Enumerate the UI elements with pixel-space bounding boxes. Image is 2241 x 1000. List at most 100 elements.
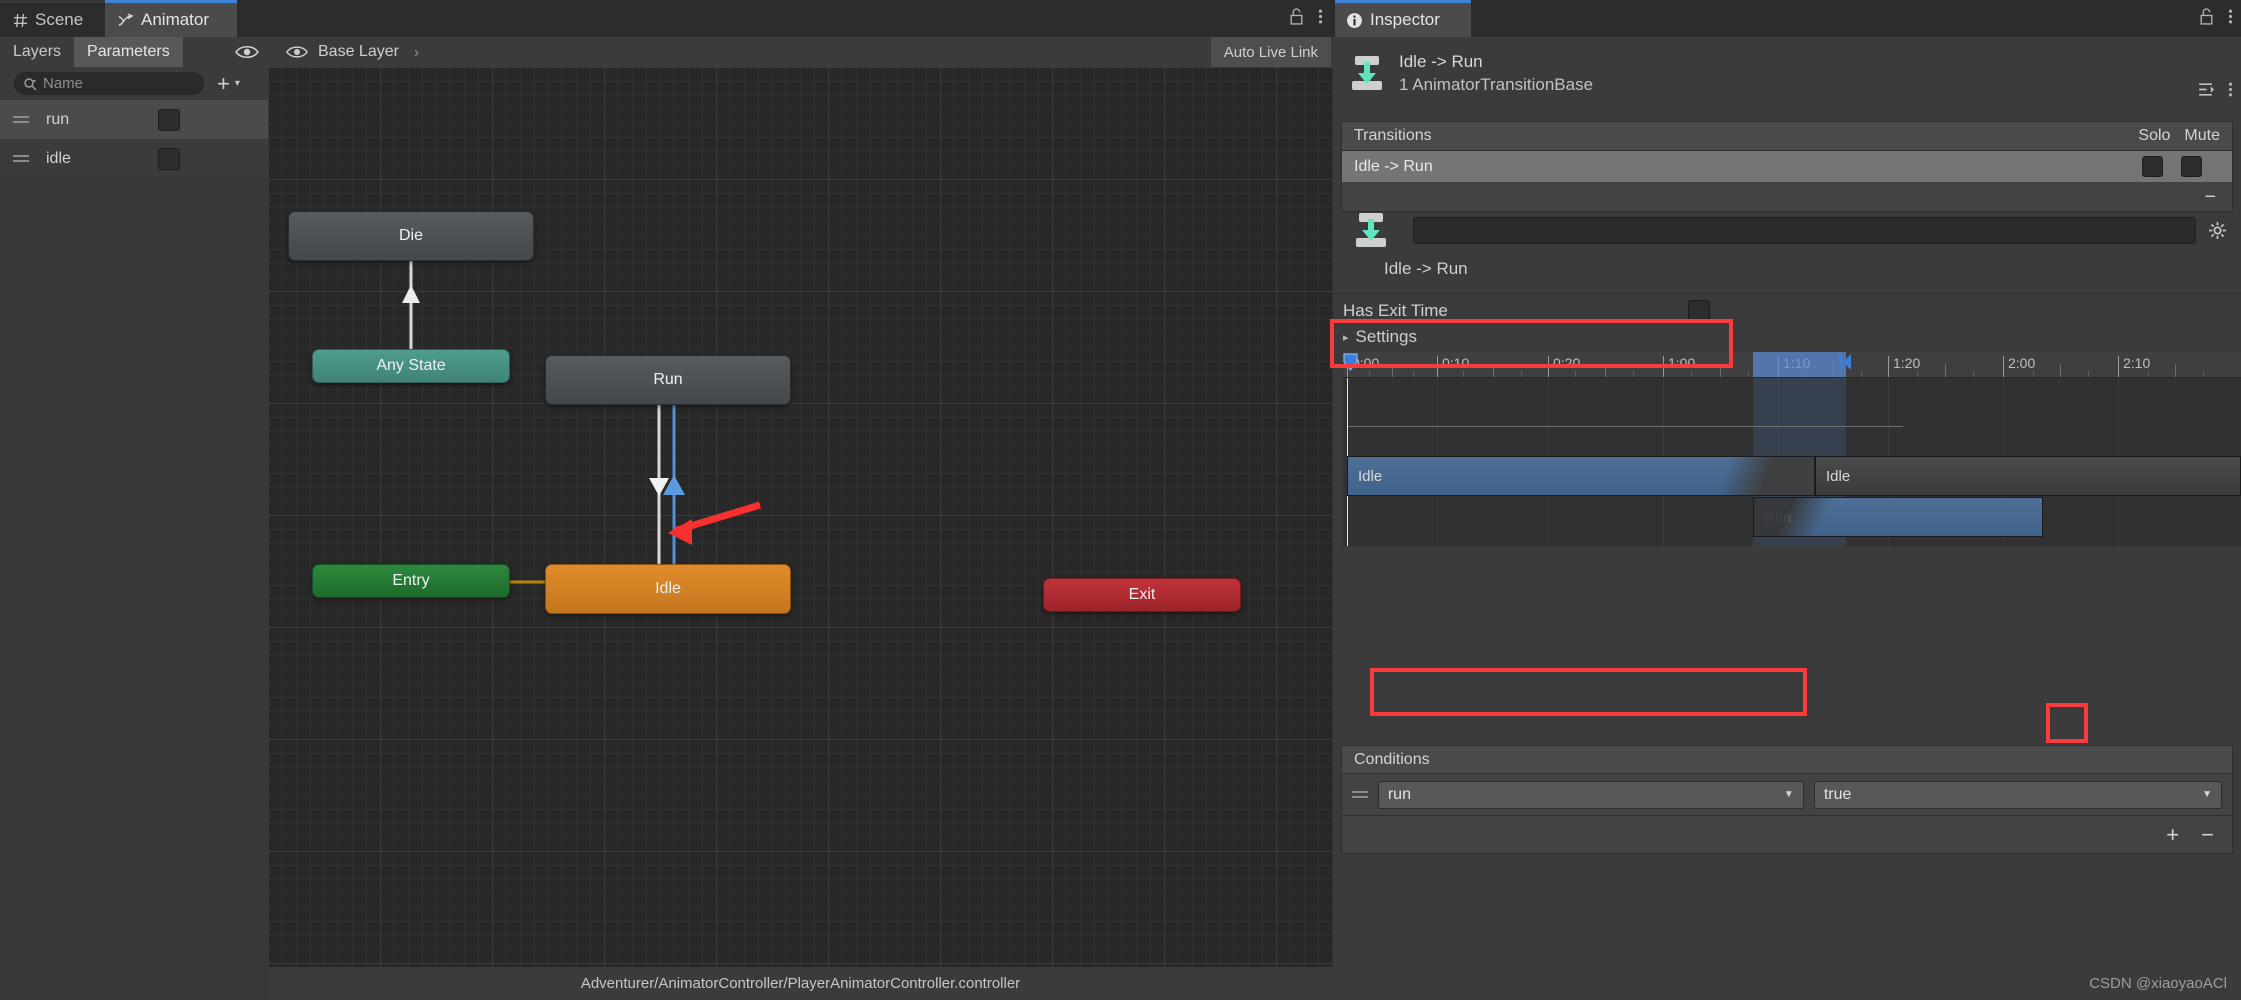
mute-checkbox[interactable] [2181, 156, 2202, 177]
solo-label: Solo [2138, 127, 2171, 144]
ruler-tick-label: 2:10 [2123, 355, 2151, 371]
tab-scene[interactable]: Scene [0, 3, 105, 37]
kebab-menu-icon[interactable] [2228, 81, 2233, 98]
timeline-curve-line [1347, 426, 1903, 427]
drag-handle-icon[interactable] [13, 152, 29, 165]
auto-live-link-button[interactable]: Auto Live Link [1210, 37, 1331, 67]
parameter-row-idle[interactable]: idle [0, 139, 268, 178]
parameter-row-run[interactable]: run [0, 100, 268, 139]
timeline-ruler[interactable]: 0:00 0:10 0:20 1:00 1:10 1:20 2:00 2:10 [1343, 352, 2241, 378]
state-node-entry[interactable]: Entry [312, 564, 510, 598]
timeline-clip-idle-active[interactable]: Idle [1347, 456, 1815, 496]
inspector-header: Idle -> Run 1 AnimatorTransitionBase [1333, 37, 2241, 109]
red-pointer-arrow [668, 501, 762, 545]
inspector-icon-group [2199, 8, 2233, 25]
inspector-header-text: Idle -> Run 1 AnimatorTransitionBase [1399, 52, 1593, 95]
solo-checkbox[interactable] [2142, 156, 2163, 177]
transition-list-item[interactable]: Idle -> Run [1341, 151, 2233, 182]
state-node-idle[interactable]: Idle [545, 564, 791, 614]
grid-icon [13, 13, 28, 27]
parameter-bool-checkbox[interactable] [158, 147, 180, 170]
transition-item-label: Idle -> Run [1354, 157, 1433, 175]
settings-foldout[interactable]: ▸ Settings [1343, 327, 1417, 347]
add-parameter-button[interactable]: + [217, 72, 230, 95]
transition-end-marker-icon[interactable] [1838, 353, 1852, 371]
parameter-bool-checkbox[interactable] [158, 108, 180, 131]
timeline-selection-range[interactable] [1753, 352, 1846, 377]
lock-icon[interactable] [2199, 8, 2214, 25]
has-exit-time-label: Has Exit Time [1343, 300, 1448, 320]
condition-parameter-value: run [1387, 785, 1411, 803]
search-placeholder: Name [43, 75, 84, 92]
tab-inspector[interactable]: Inspector [1335, 0, 1471, 37]
state-machine-graph[interactable]: Die Any State Run Idle Entry Exit [268, 67, 1333, 967]
chevron-down-icon: ▼ [2202, 789, 2212, 800]
transition-timeline[interactable]: 0:00 0:10 0:20 1:00 1:10 1:20 2:00 2:10 [1343, 352, 2241, 546]
remove-condition-button[interactable]: − [2201, 823, 2214, 846]
transition-name-label: Idle -> Run [1384, 259, 1468, 278]
mute-label: Mute [2184, 127, 2220, 144]
timeline-clip-run[interactable]: Run [1753, 497, 2043, 537]
window-tabstrip: Scene Animator [0, 0, 1333, 37]
inspector-window: Inspector Idle -> Run 1 AnimatorTransiti… [1330, 0, 2241, 1000]
inspector-subtitle: 1 AnimatorTransitionBase [1399, 74, 1594, 94]
solo-mute-headers: Solo Mute [2138, 127, 2220, 145]
tab-animator[interactable]: Animator [105, 0, 237, 37]
solo-mute-checkboxes [2142, 156, 2202, 177]
drag-handle-icon[interactable] [1352, 788, 1368, 801]
animator-window: Scene Animator Layers Parameters Name + … [0, 0, 1333, 1000]
ruler-tick-label: 0:20 [1553, 355, 1581, 371]
breadcrumb-separator-icon: › [413, 43, 419, 61]
transitions-title: Transitions [1354, 127, 1432, 144]
state-node-any-state[interactable]: Any State [312, 349, 510, 383]
parameter-list: run idle [0, 100, 268, 178]
state-node-run[interactable]: Run [545, 355, 791, 405]
timeline-body[interactable]: Idle Idle Run [1343, 378, 2241, 546]
tabstrip-background [237, 0, 1333, 37]
transitions-panel-header: Transitions Solo Mute [1341, 121, 2233, 151]
graph-toolbar: Base Layer › Auto Live Link [268, 37, 1333, 67]
kebab-menu-icon[interactable] [2228, 8, 2233, 25]
state-node-exit[interactable]: Exit [1043, 578, 1241, 612]
condition-row: run ▼ true ▼ [1341, 774, 2233, 816]
state-node-die[interactable]: Die [288, 211, 534, 261]
drag-handle-icon[interactable] [13, 113, 29, 126]
timeline-clip-label: Idle [1826, 467, 1851, 485]
triangle-right-icon: ▸ [1343, 331, 1349, 344]
inspector-title: Idle -> Run [1399, 51, 1483, 71]
breadcrumb-base-layer[interactable]: Base Layer [318, 43, 399, 61]
gear-icon[interactable] [2208, 221, 2227, 240]
window-icon-group [1289, 8, 1323, 25]
sidebar-tab-parameters[interactable]: Parameters [74, 37, 183, 67]
preset-icon[interactable] [2197, 81, 2214, 98]
condition-value-dropdown[interactable]: true ▼ [1813, 780, 2222, 809]
add-condition-button[interactable]: + [2166, 823, 2179, 846]
chevron-down-icon[interactable]: ▾ [235, 78, 240, 89]
timeline-clip-idle-after[interactable]: Idle [1815, 456, 2241, 496]
lock-icon[interactable] [1289, 8, 1304, 25]
eye-icon[interactable] [285, 44, 309, 60]
inspector-body: Transitions Solo Mute Idle -> Run − Idle… [1333, 109, 2241, 1000]
condition-parameter-dropdown[interactable]: run ▼ [1377, 780, 1804, 809]
timeline-clip-label: Idle [1358, 467, 1383, 485]
eye-icon[interactable] [234, 42, 260, 62]
chevron-down-icon: ▼ [1783, 789, 1794, 800]
tab-animator-label: Animator [141, 10, 210, 29]
kebab-menu-icon[interactable] [1318, 8, 1323, 25]
playhead-marker-icon[interactable] [1343, 353, 1358, 371]
conditions-title: Conditions [1354, 750, 1430, 768]
inspector-header-actions [2197, 81, 2233, 98]
watermark: CSDN @xiaoyaoACl [2089, 975, 2227, 992]
transitions-panel: Transitions Solo Mute Idle -> Run − [1341, 121, 2233, 212]
tab-inspector-label: Inspector [1370, 10, 1440, 29]
animator-transition-icon [1356, 213, 1386, 247]
auto-live-link-label: Auto Live Link [1223, 43, 1318, 61]
ruler-tick-label: 1:20 [1893, 355, 1921, 371]
ruler-tick-label: 2:00 [2008, 355, 2036, 371]
inspector-tabstrip: Inspector [1333, 0, 2241, 37]
sidebar-tab-layers[interactable]: Layers [0, 37, 74, 67]
has-exit-time-checkbox[interactable] [1688, 299, 1710, 322]
unity-editor-window: Scene Animator Layers Parameters Name + … [0, 0, 2241, 1000]
transition-name-field[interactable] [1413, 216, 2196, 244]
search-input[interactable]: Name [14, 72, 204, 95]
